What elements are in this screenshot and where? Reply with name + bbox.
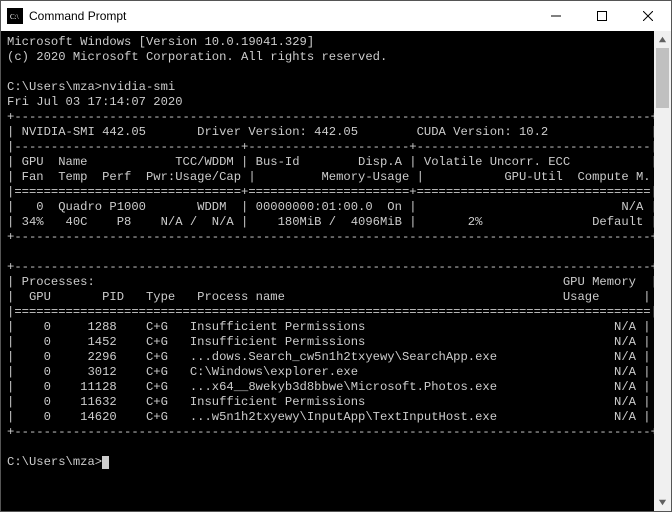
- maximize-button[interactable]: [579, 1, 625, 31]
- window-title: Command Prompt: [29, 9, 533, 23]
- svg-text:C:\: C:\: [10, 13, 19, 21]
- cursor: [102, 456, 109, 469]
- vertical-scrollbar[interactable]: [654, 31, 671, 511]
- cmd-icon: C:\: [7, 8, 23, 24]
- minimize-button[interactable]: [533, 1, 579, 31]
- titlebar[interactable]: C:\ Command Prompt: [1, 1, 671, 31]
- command-prompt-window: C:\ Command Prompt Microsoft Windows [Ve…: [0, 0, 672, 512]
- terminal-output[interactable]: Microsoft Windows [Version 10.0.19041.32…: [1, 31, 654, 511]
- scrollbar-thumb[interactable]: [656, 48, 669, 108]
- scroll-down-button[interactable]: [654, 494, 671, 511]
- close-button[interactable]: [625, 1, 671, 31]
- scrollbar-track[interactable]: [654, 48, 671, 494]
- client-area: Microsoft Windows [Version 10.0.19041.32…: [1, 31, 671, 511]
- scroll-up-button[interactable]: [654, 31, 671, 48]
